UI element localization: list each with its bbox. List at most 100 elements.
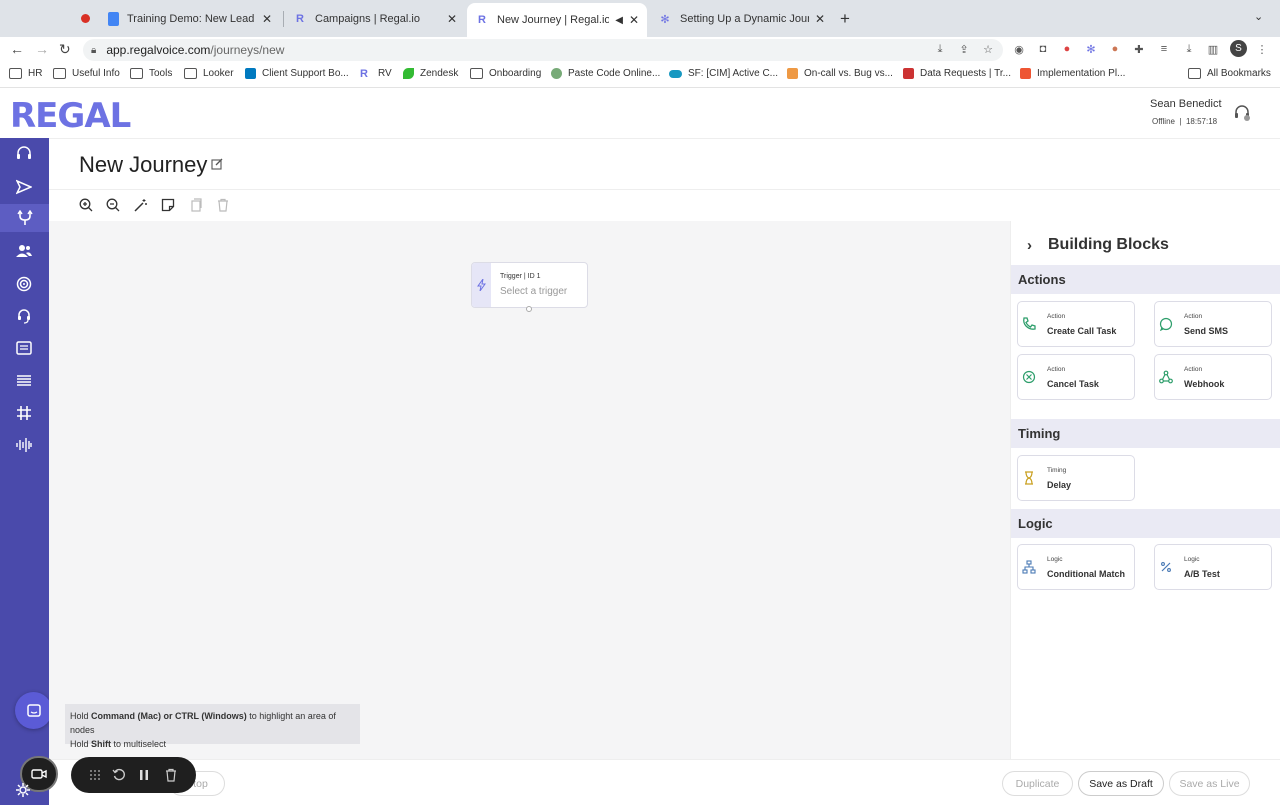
browser-menu-icon[interactable]: ⋮	[1255, 42, 1269, 56]
regal-extension-icon[interactable]: ✻	[1084, 42, 1098, 56]
new-tab-button[interactable]: +	[840, 9, 850, 29]
chevron-right-icon[interactable]: ›	[1027, 237, 1032, 254]
page-title[interactable]: New Journey	[79, 152, 207, 178]
bookmark-item[interactable]: Data Requests | Tr...	[903, 68, 1011, 79]
folder-icon	[184, 68, 197, 79]
close-tab-icon[interactable]: ✕	[815, 12, 825, 26]
block-conditional-match[interactable]: Logic Conditional Match	[1017, 544, 1135, 590]
block-create-call-task[interactable]: Action Create Call Task	[1017, 301, 1135, 347]
cookie-extension-icon[interactable]: ●	[1108, 42, 1122, 56]
drag-handle-icon[interactable]	[88, 768, 102, 782]
settings-gear-icon[interactable]	[15, 782, 31, 798]
docs-icon	[108, 12, 119, 26]
url-field[interactable]: 🔒︎ app.regalvoice.com/journeys/new	[83, 39, 1003, 61]
panel-header[interactable]: › Building Blocks	[1027, 236, 1169, 254]
save-draft-button[interactable]: Save as Draft	[1078, 771, 1164, 796]
bookmark-item[interactable]: HR	[9, 68, 42, 79]
user-status[interactable]: Offline | 18:57:18	[1152, 117, 1217, 126]
password-extension-icon[interactable]: ◉	[1012, 42, 1026, 56]
profile-avatar[interactable]: S	[1230, 40, 1247, 57]
browser-tab[interactable]: ✻ Setting Up a Dynamic Journey ✕	[650, 5, 833, 33]
bookmark-item[interactable]: R RV	[360, 68, 392, 80]
close-tab-icon[interactable]: ✕	[447, 12, 457, 26]
downloads-icon[interactable]: ⤓	[1182, 42, 1196, 56]
block-send-sms[interactable]: Action Send SMS	[1154, 301, 1272, 347]
panel-title: Building Blocks	[1048, 236, 1169, 253]
sticky-note-icon[interactable]	[161, 198, 175, 212]
audio-wave-icon[interactable]	[14, 435, 34, 455]
journey-canvas[interactable]: Trigger | ID 1 Select a trigger	[49, 221, 1010, 759]
back-arrow-icon[interactable]: ←	[10, 41, 24, 57]
extensions-puzzle-icon[interactable]: ✚	[1132, 42, 1146, 56]
block-ab-test[interactable]: Logic A/B Test	[1154, 544, 1272, 590]
color-extension-icon[interactable]: ●	[1060, 42, 1074, 56]
bookmark-item[interactable]: Implementation Pl...	[1020, 68, 1125, 79]
headset-status-icon[interactable]	[1233, 104, 1251, 122]
bookmark-item[interactable]: Paste Code Online...	[551, 68, 660, 79]
bookmark-item[interactable]: Tools	[130, 68, 172, 79]
list-icon[interactable]	[14, 371, 34, 391]
bookmark-item[interactable]: On-call vs. Bug vs...	[787, 68, 893, 79]
browser-tab[interactable]: R Campaigns | Regal.io ✕	[285, 5, 465, 33]
download-icon[interactable]: ⤓	[933, 42, 947, 56]
regal-logo[interactable]: REGAL	[10, 96, 131, 136]
journeys-icon[interactable]	[0, 204, 49, 232]
close-tab-icon[interactable]: ✕	[262, 12, 272, 26]
regal-icon: R	[296, 13, 304, 25]
block-webhook[interactable]: Action Webhook	[1154, 354, 1272, 400]
zoom-in-icon[interactable]	[79, 198, 93, 212]
agent-headset-icon[interactable]	[14, 306, 34, 326]
browser-tab-active[interactable]: R New Journey | Regal.io ◀ ✕	[467, 3, 647, 37]
mute-tab-icon[interactable]: ◀	[615, 15, 623, 26]
phone-icon	[1018, 302, 1040, 346]
all-bookmarks[interactable]: All Bookmarks	[1188, 68, 1271, 79]
zoom-out-icon[interactable]	[106, 198, 120, 212]
percent-icon	[1155, 545, 1177, 589]
contacts-icon[interactable]	[14, 241, 34, 261]
forward-arrow-icon[interactable]: →	[35, 41, 49, 57]
cancel-circle-icon	[1018, 355, 1040, 399]
headset-icon[interactable]	[14, 144, 34, 164]
camera-extension-icon[interactable]: ◘	[1036, 42, 1050, 56]
media-list-icon[interactable]: ≡	[1157, 42, 1171, 56]
send-icon[interactable]	[14, 177, 34, 197]
target-icon[interactable]	[14, 274, 34, 294]
bookmark-item[interactable]: Useful Info	[53, 68, 120, 79]
bookmark-item[interactable]: Looker	[184, 68, 234, 79]
regal-icon: R	[360, 68, 368, 80]
side-panel-icon[interactable]: ▥	[1206, 42, 1220, 56]
restart-icon[interactable]	[112, 768, 126, 782]
save-live-button[interactable]: Save as Live	[1169, 771, 1250, 796]
trello-icon	[245, 68, 256, 79]
inbox-icon[interactable]	[14, 338, 34, 358]
trigger-placeholder: Select a trigger	[500, 286, 568, 297]
trigger-label: Trigger | ID 1	[500, 273, 541, 280]
block-delay[interactable]: Timing Delay	[1017, 455, 1135, 501]
copy-icon[interactable]	[189, 198, 203, 212]
bookmark-item[interactable]: SF: [CIM] Active C...	[669, 68, 778, 79]
edit-title-icon[interactable]	[211, 158, 223, 170]
duplicate-button[interactable]: Duplicate	[1002, 771, 1073, 796]
chat-support-button[interactable]	[15, 692, 52, 729]
close-tab-icon[interactable]: ✕	[629, 13, 639, 27]
block-cancel-task[interactable]: Action Cancel Task	[1017, 354, 1135, 400]
tab-search-chevron-icon[interactable]: ⌄	[1254, 10, 1263, 23]
browser-tab[interactable]: Training Demo: New Lead Sub ✕	[100, 5, 280, 33]
bookmark-star-icon[interactable]: ☆	[981, 42, 995, 56]
salesforce-cloud-icon	[669, 69, 682, 78]
magic-wand-icon[interactable]	[134, 198, 148, 212]
trigger-node[interactable]: Trigger | ID 1 Select a trigger	[471, 262, 588, 308]
trash-icon[interactable]	[216, 198, 230, 212]
bookmark-item[interactable]: Client Support Bo...	[245, 68, 349, 79]
trigger-output-port[interactable]	[526, 306, 532, 312]
user-name[interactable]: Sean Benedict	[1150, 98, 1222, 110]
browser-tab-bar: Training Demo: New Lead Sub ✕ R Campaign…	[0, 0, 1280, 37]
hashtag-icon[interactable]	[14, 403, 34, 423]
reload-icon[interactable]: ↻	[59, 41, 71, 58]
delete-recording-icon[interactable]	[164, 768, 178, 782]
bookmarks-bar: HR Useful Info Tools Looker Client Suppo…	[0, 63, 1280, 88]
bookmark-item[interactable]: Onboarding	[470, 68, 541, 79]
share-icon[interactable]: ⇪	[957, 42, 971, 56]
pause-icon[interactable]	[137, 768, 151, 782]
bookmark-item[interactable]: Zendesk	[403, 68, 458, 79]
